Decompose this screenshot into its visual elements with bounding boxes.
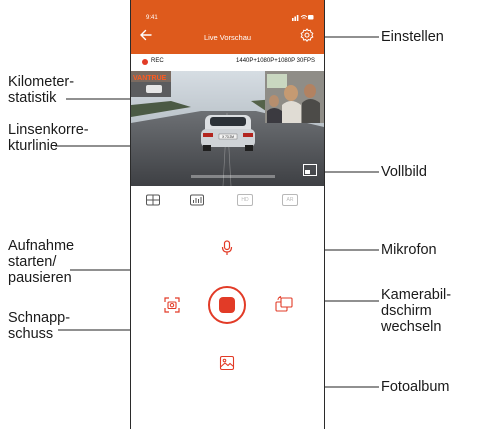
- phone-screen: 9:41 Live Vorschau REC 1440P+1080P+1080P…: [130, 0, 325, 429]
- hd-badge[interactable]: HD: [237, 194, 253, 206]
- rec-label: REC: [151, 58, 164, 64]
- callout-mileage-line-2: statistik: [8, 90, 57, 106]
- resolution-label: 1440P+1080P+1080P 30FPS: [236, 58, 315, 64]
- callout-switch-line-1: Kamerabil-: [381, 287, 452, 303]
- callout-snapshot-line-1: Schnapp-: [8, 310, 71, 326]
- callout-record: Aufnahme starten/ pausieren: [8, 238, 74, 286]
- callout-snapshot-line-2: schuss: [8, 326, 54, 342]
- fullscreen-button[interactable]: [303, 164, 317, 176]
- callout-lens-correction: Linsenkorre- kturlinie: [8, 122, 89, 154]
- callout-mileage: Kilometer- statistik: [8, 74, 74, 106]
- callout-record-line-1: Aufnahme: [8, 238, 75, 254]
- rec-indicator: [142, 59, 148, 65]
- status-icons: [292, 15, 314, 21]
- callout-lens-line-2: kturlinie: [8, 138, 58, 154]
- mileage-icon[interactable]: [189, 194, 205, 206]
- callout-photo-album: Fotoalbum: [381, 379, 450, 395]
- callout-mileage-line-1: Kilometer-: [8, 74, 75, 90]
- record-button[interactable]: [208, 286, 246, 324]
- callout-lens-line-1: Linsenkorre-: [8, 122, 89, 138]
- grid-icon[interactable]: [145, 194, 161, 206]
- brand-watermark: VANTRUE: [133, 75, 167, 82]
- gear-icon[interactable]: [300, 28, 314, 42]
- live-video-feed[interactable]: X 73 2M VANTRUE: [131, 71, 324, 186]
- ar-badge[interactable]: AR: [282, 194, 298, 206]
- photo-album-icon[interactable]: [219, 355, 235, 371]
- callout-fullscreen: Vollbild: [381, 164, 427, 180]
- microphone-icon[interactable]: [221, 240, 233, 256]
- callout-camera-switch: Kamerabil- dschirm wechseln: [381, 287, 451, 335]
- camera-switch-icon[interactable]: [275, 296, 293, 314]
- page-title: Live Vorschau: [203, 33, 252, 42]
- header-bar: [131, 0, 324, 54]
- callout-snapshot: Schnapp- schuss: [8, 310, 70, 342]
- callout-microphone: Mikrofon: [381, 242, 437, 258]
- callout-settings: Einstellen: [381, 29, 444, 45]
- callout-record-line-2: starten/: [8, 254, 57, 270]
- snapshot-icon[interactable]: [164, 297, 180, 313]
- callout-switch-line-3: wechseln: [381, 319, 442, 335]
- stop-square-icon: [219, 297, 235, 313]
- callout-switch-line-2: dschirm: [381, 303, 432, 319]
- status-time: 9:41: [146, 15, 158, 21]
- plate-text: X 73 2M: [222, 135, 234, 139]
- callout-record-line-3: pausieren: [8, 270, 72, 286]
